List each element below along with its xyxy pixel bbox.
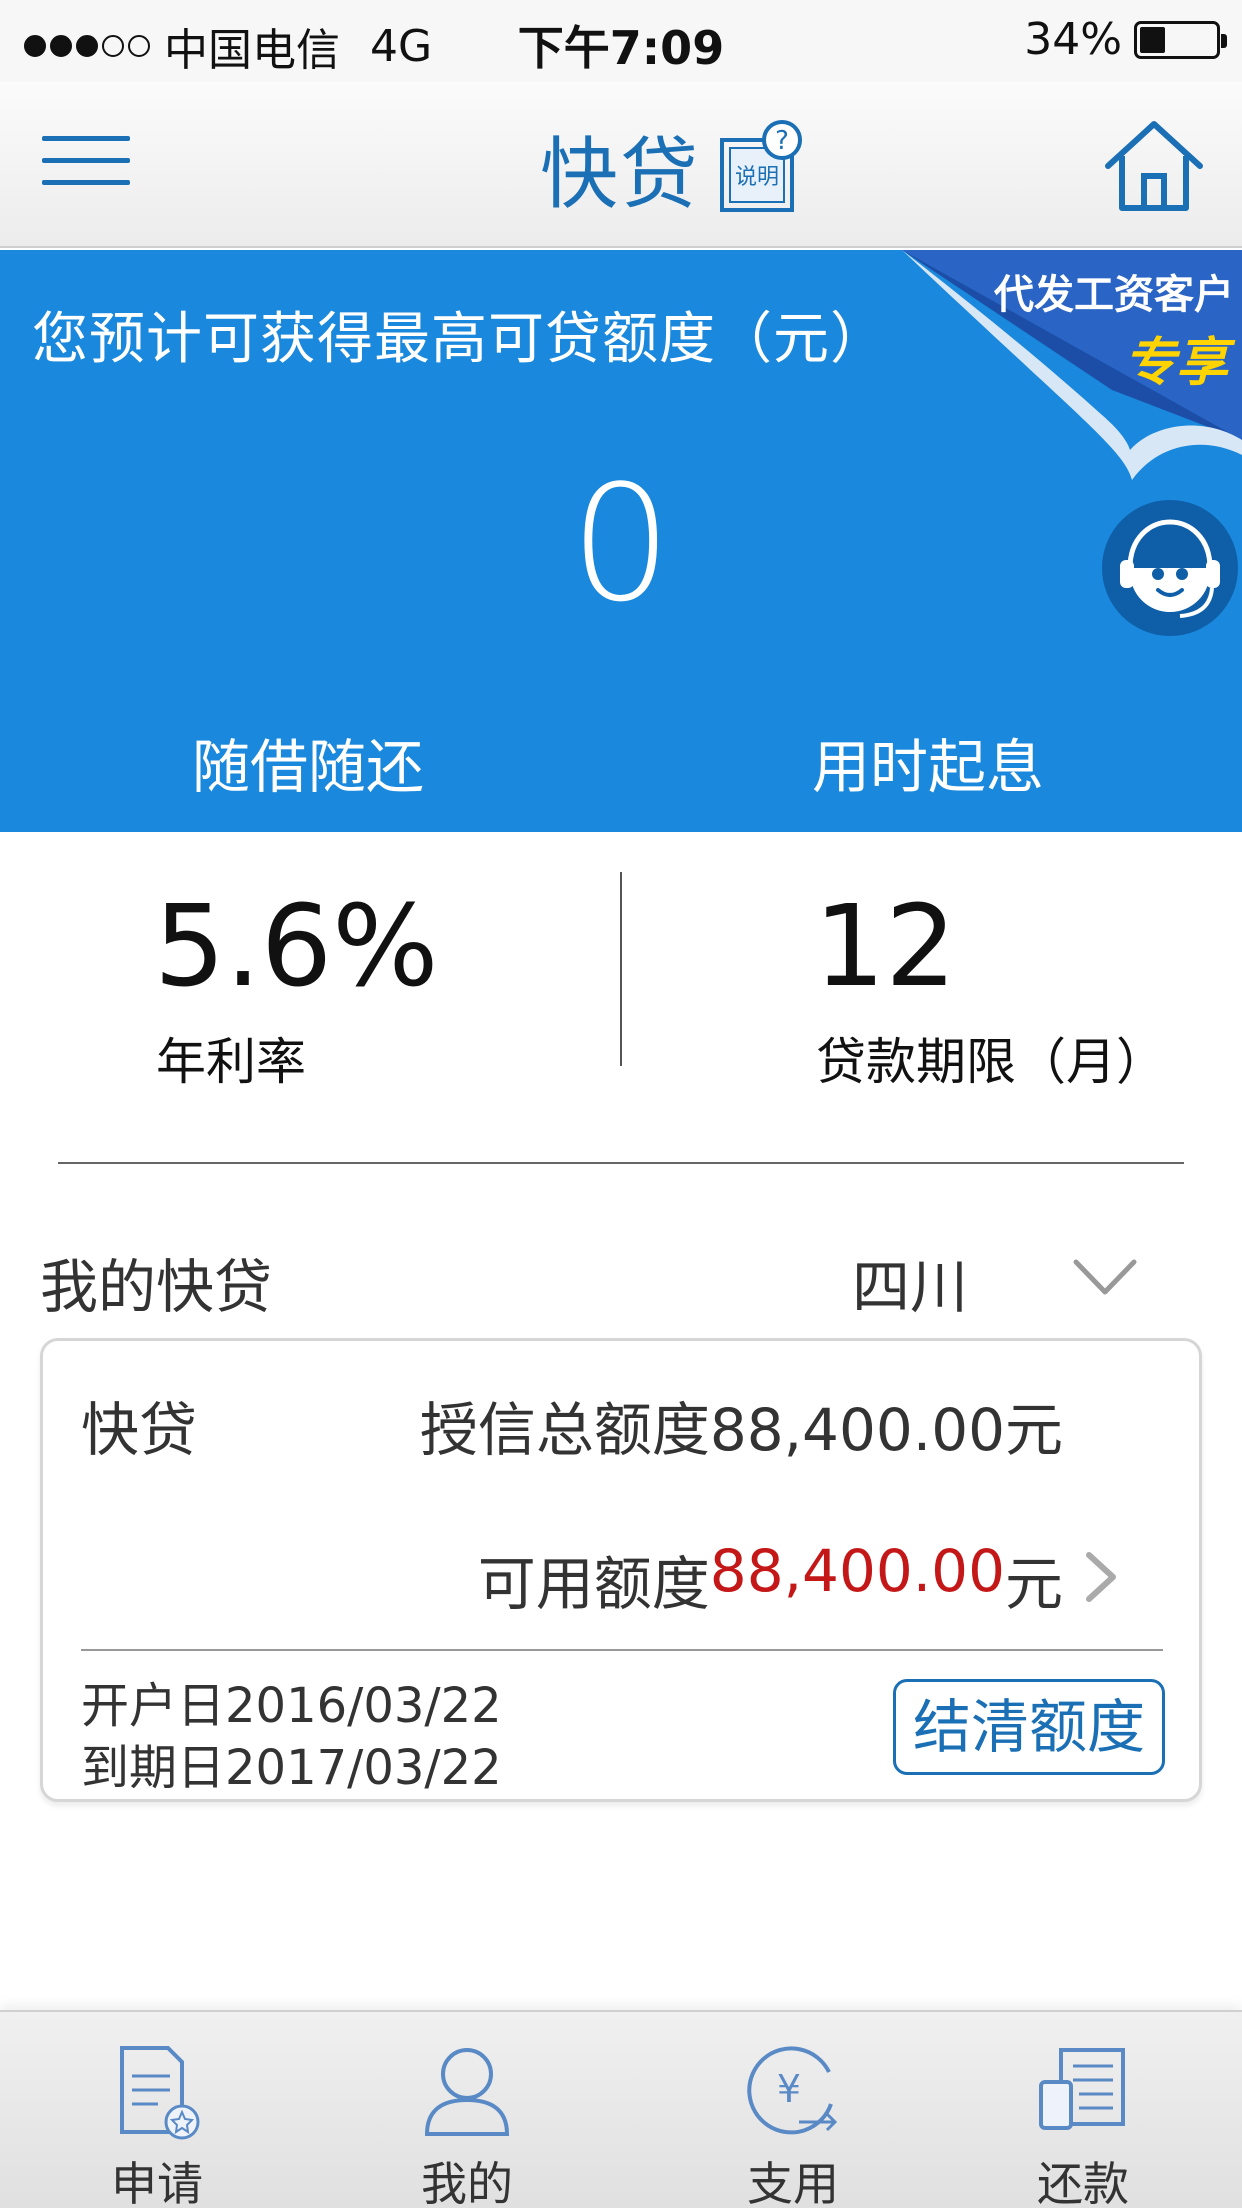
stats-divider xyxy=(620,872,622,1066)
repay-ledger-icon xyxy=(1039,2048,1125,2130)
help-label: 说明 xyxy=(735,165,779,190)
tab-apply[interactable]: 申请 xyxy=(42,2012,272,2208)
settle-credit-button[interactable]: 结清额度 xyxy=(893,1679,1165,1775)
loan-term-label: 贷款期限（月） xyxy=(816,1033,1166,1091)
tab-label: 还款 xyxy=(1037,2157,1129,2208)
card-divider xyxy=(81,1649,1163,1651)
available-credit-amount: 88,400.00 xyxy=(709,1537,1005,1605)
available-credit: 可用额度 88,400.00 元 xyxy=(478,1537,1063,1621)
available-credit-unit: 元 xyxy=(1004,1550,1063,1618)
user-profile-icon xyxy=(424,2048,510,2136)
hero-banner: 您预计可获得最高可贷额度（元） 0 随借随还 用时起息 代发工资客户 专享 xyxy=(0,250,1242,832)
page-title: 快贷 xyxy=(540,130,701,220)
annual-rate-label: 年利率 xyxy=(156,1033,306,1091)
tab-label: 支用 xyxy=(747,2157,839,2208)
ribbon-line1: 代发工资客户 xyxy=(994,272,1234,318)
section-divider xyxy=(58,1162,1184,1164)
loan-product-name: 快贷 xyxy=(81,1396,198,1464)
tab-withdraw[interactable]: ¥ 支用 xyxy=(678,2012,908,2208)
card-dates: 开户日2016/03/22 到期日2017/03/22 xyxy=(81,1675,502,1799)
expire-date: 到期日2017/03/22 xyxy=(81,1740,502,1796)
chevron-down-icon[interactable] xyxy=(1072,1252,1138,1302)
annual-rate-value: 5.6% xyxy=(154,882,439,1012)
available-credit-label: 可用额度 xyxy=(477,1550,710,1618)
tab-mine[interactable]: 我的 xyxy=(352,2012,582,2208)
status-bar: 中国电信 4G 下午7:09 34% xyxy=(0,0,1242,82)
loan-card[interactable]: 快贷 授信总额度88,400.00元 可用额度 88,400.00 元 开户日2… xyxy=(40,1338,1202,1802)
open-date: 开户日2016/03/22 xyxy=(81,1678,502,1734)
help-icon[interactable]: ? 说明 xyxy=(718,118,808,218)
bottom-tab-bar: 申请 我的 ¥ 支用 还款 xyxy=(0,2010,1242,2208)
tab-repay[interactable]: 还款 xyxy=(968,2012,1198,2208)
battery-icon xyxy=(1134,20,1227,59)
chevron-right-icon[interactable] xyxy=(1081,1549,1121,1605)
apply-document-icon xyxy=(120,2046,200,2140)
total-credit-limit: 授信总额度88,400.00元 xyxy=(419,1396,1063,1464)
loan-stats: 5.6% 年利率 12 贷款期限（月） xyxy=(0,832,1242,1162)
my-loans-title: 我的快贷 xyxy=(40,1253,273,1321)
nav-title-group: 快贷 ? 说明 xyxy=(540,112,808,224)
battery-percent: 34% xyxy=(1024,14,1122,65)
home-icon[interactable] xyxy=(1102,116,1206,216)
nav-bar: 快贷 ? 说明 xyxy=(0,82,1242,248)
max-credit-caption: 您预计可获得最高可贷额度（元） xyxy=(32,307,887,372)
customer-service-icon[interactable] xyxy=(1100,498,1240,638)
ribbon-line2: 专享 xyxy=(1123,333,1228,393)
tab-label: 我的 xyxy=(421,2157,513,2208)
menu-icon[interactable] xyxy=(42,126,132,192)
region-selector[interactable]: 四川 xyxy=(852,1240,968,1324)
status-right: 34% xyxy=(1024,14,1227,65)
feature-borrow-anytime: 随借随还 xyxy=(192,733,425,801)
svg-text:¥: ¥ xyxy=(777,2067,801,2111)
svg-text:?: ? xyxy=(775,126,789,156)
loan-term-value: 12 xyxy=(814,882,957,1012)
feature-interest-on-use: 用时起息 xyxy=(812,733,1045,801)
tab-label: 申请 xyxy=(111,2157,203,2208)
yuan-withdraw-icon: ¥ xyxy=(747,2046,838,2135)
